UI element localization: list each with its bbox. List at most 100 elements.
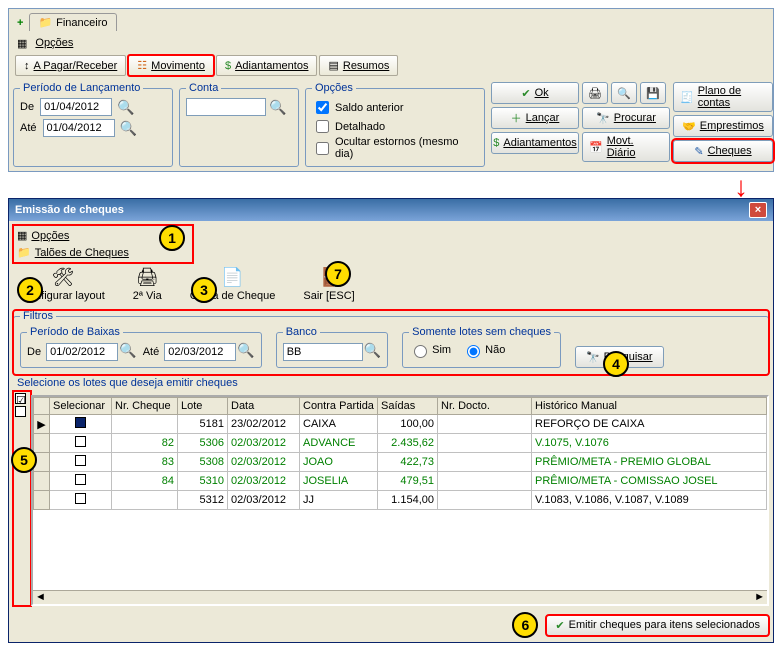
filtros-legend: Filtros [20, 310, 56, 322]
main-panel: + 📁 Financeiro ▦ Opções ↕A Pagar/Receber… [8, 8, 774, 172]
annotation-6: 6 [512, 612, 538, 638]
conta-group: Conta 🔍 [179, 82, 299, 167]
tab-bar: + 📁 Financeiro [13, 13, 769, 31]
banco-input[interactable] [283, 343, 363, 361]
date-picker-icon[interactable]: 🔍 [119, 342, 136, 358]
options-icon: ▦ [17, 37, 27, 50]
col-historico[interactable]: Histórico Manual [532, 398, 767, 415]
arrow-annotation: ↓ [708, 178, 774, 196]
segunda-via-button[interactable]: 🖨2ª Via [133, 267, 162, 302]
periodo-legend: Período de Lançamento [20, 82, 143, 94]
periodo-baixas-group: Período de Baixas De 🔍 Até 🔍 [20, 326, 262, 368]
binoc-icon: 🔭 [586, 351, 600, 364]
ok-button[interactable]: ✔Ok [491, 82, 579, 104]
periodo-lancamento-group: Período de Lançamento De 🔍 Até 🔍 [13, 82, 173, 167]
menu-opcoes[interactable]: Opções [31, 35, 77, 51]
chk-detalhado[interactable]: Detalhado [312, 117, 478, 136]
apagar-receber-button[interactable]: ↕A Pagar/Receber [15, 55, 126, 76]
adiantamentos2-button[interactable]: $Adiantamentos [491, 132, 579, 154]
date-picker-icon[interactable]: 🔍 [117, 99, 134, 116]
pen-icon: ✎ [694, 145, 703, 158]
copy-icon: 📄 [221, 267, 243, 288]
calendar-icon: 📅 [589, 141, 603, 154]
chk-ocultar[interactable]: Ocultar estornos (mesmo dia) [312, 136, 478, 160]
h-scrollbar[interactable]: ◄► [33, 590, 767, 604]
movt-diario-button[interactable]: 📅Movt. Diário [582, 132, 670, 162]
print-button[interactable]: 🖨 [582, 82, 608, 104]
resumos-button[interactable]: ▤Resumos [319, 55, 398, 76]
table-row[interactable]: ▶518123/02/2012CAIXA100,00REFORÇO DE CAI… [34, 415, 767, 434]
check-icon: ✔ [521, 87, 530, 100]
check-all-icon[interactable]: ☑ [15, 393, 26, 404]
baixa-ate-input[interactable] [164, 343, 236, 361]
chk-saldo[interactable]: Saldo anterior [312, 98, 478, 117]
main-toolbar: ↕A Pagar/Receber ☷Movimento $Adiantament… [13, 53, 769, 78]
radio-sim[interactable]: Sim [409, 342, 451, 358]
plano-contas-button[interactable]: 🧾Plano de contas [673, 82, 773, 112]
lancar-button[interactable]: ＋Lançar [491, 107, 579, 129]
col-nr-cheque[interactable]: Nr. Cheque [112, 398, 178, 415]
money-icon: $ [225, 60, 231, 72]
disk-icon: 💾 [646, 87, 660, 100]
list-icon: ☷ [137, 59, 147, 72]
titlebar: Emissão de cheques × [9, 199, 773, 221]
lotes-grid[interactable]: Selecionar Nr. Cheque Lote Data Contra P… [31, 395, 769, 606]
date-picker-icon[interactable]: 🔍 [120, 120, 137, 137]
grid-title: Selecione os lotes que deseja emitir che… [13, 375, 769, 391]
dialog-title: Emissão de cheques [15, 204, 124, 216]
doc-icon: ▤ [328, 59, 338, 72]
conta-input[interactable] [186, 98, 266, 116]
row-checkbox[interactable] [75, 474, 86, 485]
uncheck-all-icon[interactable] [15, 406, 26, 417]
preview-button[interactable]: 🔍 [611, 82, 637, 104]
save-button[interactable]: 💾 [640, 82, 666, 104]
row-checkbox[interactable] [75, 455, 86, 466]
date-ate-input[interactable] [43, 119, 115, 137]
baixa-de-input[interactable] [46, 343, 118, 361]
adiantamentos-button[interactable]: $Adiantamentos [216, 55, 318, 76]
opcoes-legend: Opções [312, 82, 356, 94]
lookup-icon[interactable]: 🔍 [269, 99, 286, 116]
ate-label: Até [20, 122, 37, 134]
banco-group: Banco 🔍 [276, 326, 388, 368]
lookup-icon[interactable]: 🔍 [364, 342, 381, 358]
hand-icon: 🤝 [682, 120, 696, 133]
magnify-icon: 🔍 [617, 87, 631, 100]
radio-nao[interactable]: Não [462, 342, 505, 358]
col-selecionar[interactable]: Selecionar [50, 398, 112, 415]
tab-financeiro[interactable]: 📁 Financeiro [29, 13, 116, 31]
plus-icon: ＋ [511, 110, 522, 126]
printer-icon: 🖨 [588, 87, 602, 100]
col-data[interactable]: Data [228, 398, 300, 415]
col-nr-docto[interactable]: Nr. Docto. [438, 398, 532, 415]
tab-label: Financeiro [56, 17, 107, 29]
annotation-4: 4 [603, 351, 629, 377]
col-contra-partida[interactable]: Contra Partida [300, 398, 378, 415]
close-button[interactable]: × [749, 202, 767, 218]
table-row[interactable]: 83530802/03/2012JOAO422,73PRÊMIO/META - … [34, 453, 767, 472]
table-row[interactable]: 82530602/03/2012ADVANCE2.435,62V.1075, V… [34, 434, 767, 453]
table-row[interactable]: 84531002/03/2012JOSELIA479,51PRÊMIO/META… [34, 472, 767, 491]
col-saidas[interactable]: Saídas [378, 398, 438, 415]
money-icon: $ [493, 137, 499, 149]
table-row[interactable]: 531202/03/2012JJ1.154,00V.1083, V.1086, … [34, 491, 767, 510]
lotes-sem-cheques-group: Somente lotes sem cheques Sim Não [402, 326, 561, 368]
options-icon: ▦ [17, 229, 27, 242]
procurar-button[interactable]: 🔭Procurar [582, 107, 670, 129]
filtros-group: Filtros Período de Baixas De 🔍 Até 🔍 Ban… [13, 310, 769, 375]
opcoes-group: Opções Saldo anterior Detalhado Ocultar … [305, 82, 485, 167]
col-lote[interactable]: Lote [178, 398, 228, 415]
cheques-button[interactable]: ✎Cheques [673, 140, 773, 162]
emitir-cheques-button[interactable]: ✔ Emitir cheques para itens selecionados [546, 615, 769, 636]
row-checkbox[interactable] [75, 493, 86, 504]
add-tab-icon[interactable]: + [13, 15, 27, 31]
conta-legend: Conta [186, 82, 221, 94]
date-picker-icon[interactable]: 🔍 [237, 342, 254, 358]
select-all-column[interactable]: ☑ [13, 391, 31, 606]
movimento-button[interactable]: ☷Movimento [128, 55, 214, 76]
emissao-cheques-dialog: Emissão de cheques × 1 2 3 7 4 5 ▦Opções… [8, 198, 774, 643]
date-de-input[interactable] [40, 98, 112, 116]
row-checkbox[interactable] [75, 417, 86, 428]
row-checkbox[interactable] [75, 436, 86, 447]
emprestimos-button[interactable]: 🤝Emprestimos [673, 115, 773, 137]
